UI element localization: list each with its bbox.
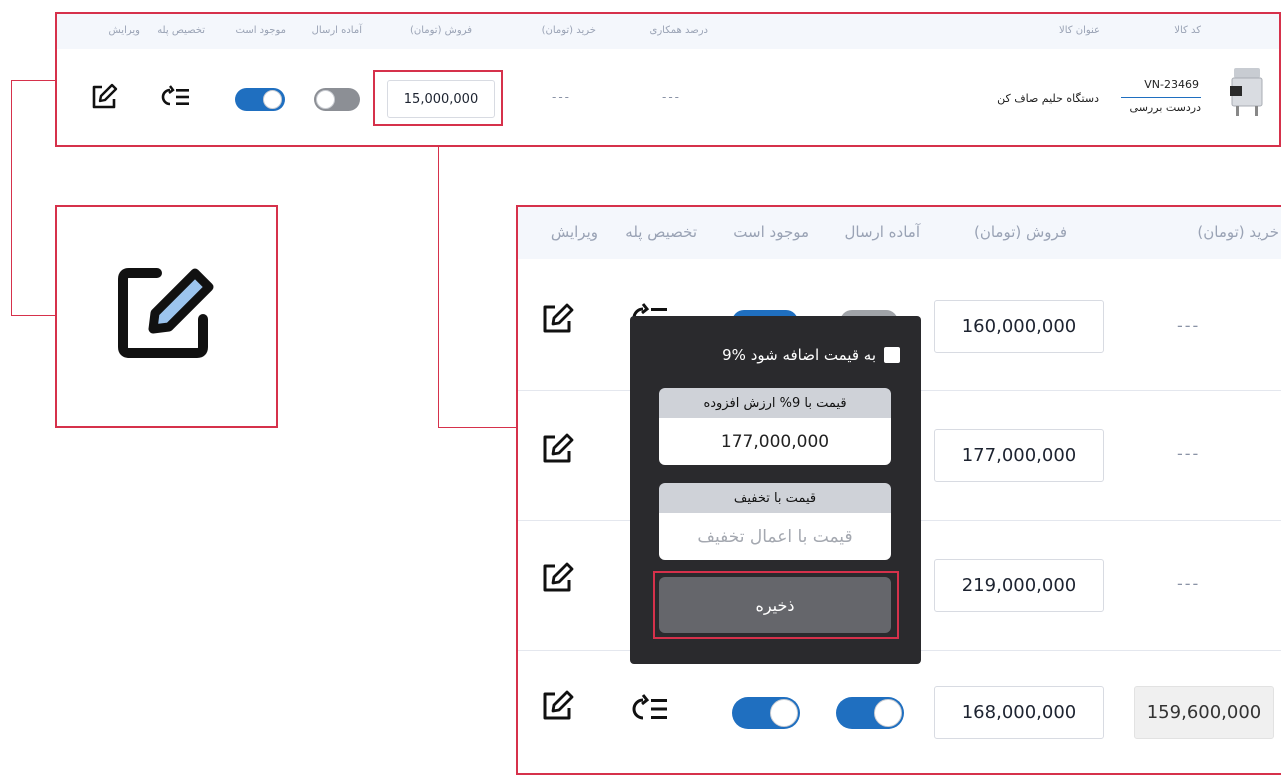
zoom-ready-toggle-4[interactable] [836,697,904,729]
vat-price-label: قیمت با 9% ارزش افزوده [659,388,891,418]
connector-price-v [438,146,439,428]
header-title: عنوان کالا [1059,25,1100,36]
header-sell: فروش (تومان) [409,25,472,36]
available-toggle[interactable] [235,88,285,111]
discount-price-label: قیمت با تخفیف [659,483,891,513]
header-commission: درصد همکاری [649,25,708,36]
edit-icon[interactable] [90,83,118,111]
tier-list-icon[interactable] [632,694,670,724]
toggle-knob [874,699,902,727]
code-underline [1121,97,1201,98]
ready-toggle-knob [316,90,335,109]
buy-value: --- [552,90,571,104]
zoom-sell-input-2[interactable]: 177,000,000 [934,429,1104,482]
toggle-knob [770,699,798,727]
commission-value: --- [662,90,681,104]
vat-price-input[interactable]: 177,000,000 [659,418,891,465]
header-buy: خرید (تومان) [541,25,596,36]
header-edit: ویرایش [108,25,140,36]
edit-icon-zoomed [117,263,217,361]
zoom-available-toggle-4[interactable] [732,697,800,729]
vat-checkbox[interactable] [884,347,900,363]
header-code: کد کالا [1174,25,1201,36]
vat-checkbox-row[interactable]: 9% به قیمت اضافه شود [630,343,900,367]
discount-price-input[interactable]: قیمت با اعمال تخفیف [659,513,891,560]
product-image [1228,66,1266,120]
zoom-sell-input-4[interactable]: 168,000,000 [934,686,1104,739]
connector-edit-h1 [11,80,56,81]
available-toggle-knob [263,90,282,109]
zoom-buy-value-4: 159,600,000 [1134,686,1274,739]
header-tier: تخصیص پله [157,25,205,36]
zoom-header-ready: آماده ارسال [844,223,920,241]
zoom-sell-input-3[interactable]: 219,000,000 [934,559,1104,612]
edit-icon[interactable] [541,690,575,722]
zoom-header-edit: ویرایش [550,223,598,241]
edit-icon[interactable] [541,562,575,594]
zoom-header-sell: فروش (تومان) [973,223,1067,241]
product-status: دردست بررسی [1129,101,1201,114]
vat-checkbox-label: 9% به قیمت اضافه شود [722,346,876,364]
tier-list-icon[interactable] [161,85,191,109]
connector-edit-v [11,80,12,316]
zoom-header-available: موجود است [733,223,809,241]
zoom-buy-2: --- [1177,444,1201,463]
zoom-header-tier: تخصیص پله [625,223,697,241]
product-title: دستگاه حلیم صاف کن [997,92,1099,105]
ready-toggle[interactable] [314,88,360,111]
connector-price-h [438,427,518,428]
zoom-buy-1: --- [1177,316,1201,335]
zoom-buy-3: --- [1177,574,1201,593]
zoom-sell-input-1[interactable]: 160,000,000 [934,300,1104,353]
product-code[interactable]: VN-23469 [1144,78,1199,91]
header-ready: آماده ارسال [311,25,362,36]
connector-edit-h2 [11,315,56,316]
save-button-highlight [653,571,899,639]
edit-icon[interactable] [541,303,575,335]
sell-price-highlight [373,70,503,126]
zoom-header-buy: خرید (تومان) [1197,223,1279,241]
edit-icon[interactable] [541,433,575,465]
header-available: موجود است [235,25,286,36]
